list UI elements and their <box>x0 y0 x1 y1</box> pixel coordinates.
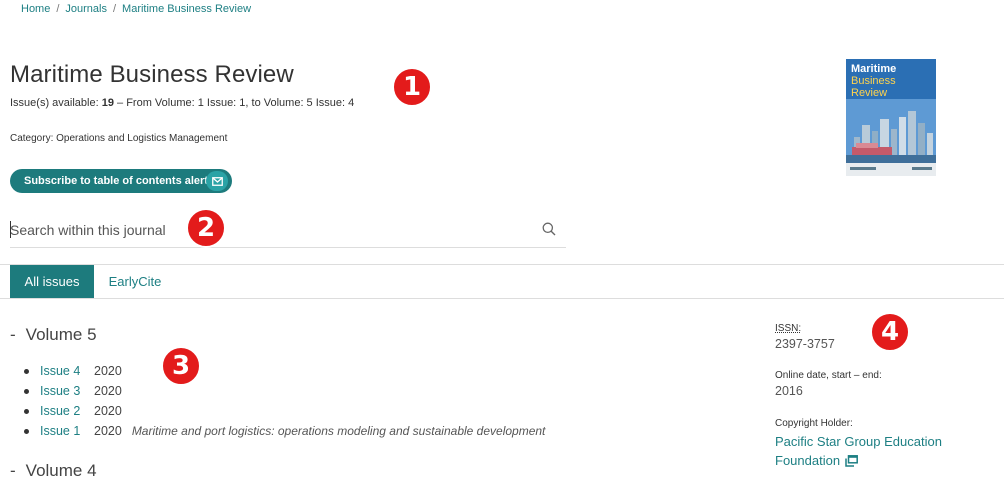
subscribe-label: Subscribe to table of contents alerts <box>24 175 215 187</box>
breadcrumb-journals[interactable]: Journals <box>65 3 107 15</box>
issue-year: 2020 <box>94 404 122 418</box>
breadcrumb-separator: / <box>56 3 60 15</box>
issues-range: – From Volume: 1 Issue: 1, to Volume: 5 … <box>113 97 355 109</box>
issn-section: ISSN: 2397-3757 <box>775 323 835 351</box>
issue-year: 2020 <box>94 424 122 438</box>
breadcrumb-current[interactable]: Maritime Business Review <box>122 3 251 15</box>
volume-toggle[interactable]: - Volume 5 <box>10 325 97 345</box>
copyright-holder-value: Pacific Star Group Education Foundation <box>775 434 942 468</box>
breadcrumb: Home / Journals / Maritime Business Revi… <box>21 3 251 15</box>
copyright-holder-link[interactable]: Pacific Star Group Education Foundation <box>775 432 975 472</box>
search-bar <box>10 212 566 248</box>
bullet-icon <box>24 388 29 394</box>
cover-illustration <box>846 99 936 176</box>
tabs-divider-bottom <box>0 298 1004 299</box>
annotation-badge-4: 4 <box>870 312 910 352</box>
issue-link[interactable]: Issue 4 <box>40 364 94 378</box>
online-date-section: Online date, start – end: 2016 <box>775 370 882 398</box>
subscribe-alerts-button[interactable]: Subscribe to table of contents alerts <box>10 169 232 193</box>
online-date-label: Online date, start – end: <box>775 370 882 381</box>
issues-count: 19 <box>101 97 114 109</box>
copyright-holder-label: Copyright Holder: <box>775 418 853 429</box>
issue-description: Maritime and port logistics: operations … <box>131 424 546 438</box>
issues-available: Issue(s) available: 19 – From Volume: 1 … <box>10 97 354 109</box>
category-label: Category: <box>10 133 57 144</box>
journal-cover-image[interactable]: Maritime Business Review <box>846 59 936 176</box>
list-item: Issue 4 2020 <box>24 361 545 381</box>
issn-value: 2397-3757 <box>775 337 835 351</box>
issue-link[interactable]: Issue 2 <box>40 404 94 418</box>
collapse-icon: - <box>10 325 16 344</box>
annotation-badge-1: 1 <box>392 67 432 107</box>
bullet-icon <box>24 428 29 434</box>
category-line: Category: Operations and Logistics Manag… <box>10 133 227 144</box>
tab-earlycite[interactable]: EarlyCite <box>94 265 176 298</box>
breadcrumb-home[interactable]: Home <box>21 3 50 15</box>
page-title: Maritime Business Review <box>10 61 294 88</box>
volume-label: Volume 5 <box>25 325 97 344</box>
issue-list: Issue 4 2020 Issue 3 2020 Issue 2 2020 I… <box>24 361 545 441</box>
bullet-icon <box>24 368 29 374</box>
breadcrumb-separator: / <box>112 3 117 15</box>
issue-link[interactable]: Issue 3 <box>40 384 94 398</box>
volume-toggle[interactable]: - Volume 4 <box>10 461 97 481</box>
search-input[interactable] <box>10 218 530 242</box>
list-item: Issue 1 2020 Maritime and port logistics… <box>24 421 545 441</box>
issues-prefix: Issue(s) available: <box>10 97 102 109</box>
category-value: Operations and Logistics Management <box>56 133 228 144</box>
annotation-badge-2: 2 <box>186 208 226 248</box>
external-link-icon <box>845 453 859 472</box>
text-caret <box>10 221 11 238</box>
issn-label: ISSN: <box>775 323 802 334</box>
mail-icon <box>206 171 228 191</box>
issue-year: 2020 <box>94 384 122 398</box>
issue-year: 2020 <box>94 364 122 378</box>
online-date-value: 2016 <box>775 384 803 398</box>
annotation-badge-3: 3 <box>161 346 201 386</box>
collapse-icon: - <box>10 461 16 480</box>
list-item: Issue 2 2020 <box>24 401 545 421</box>
list-item: Issue 3 2020 <box>24 381 545 401</box>
search-icon[interactable] <box>542 222 556 241</box>
volume-label: Volume 4 <box>25 461 97 480</box>
copyright-holder-section: Copyright Holder: Pacific Star Group Edu… <box>775 418 975 472</box>
bullet-icon <box>24 408 29 414</box>
issue-link[interactable]: Issue 1 <box>40 424 94 438</box>
tab-all-issues[interactable]: All issues <box>10 265 94 298</box>
